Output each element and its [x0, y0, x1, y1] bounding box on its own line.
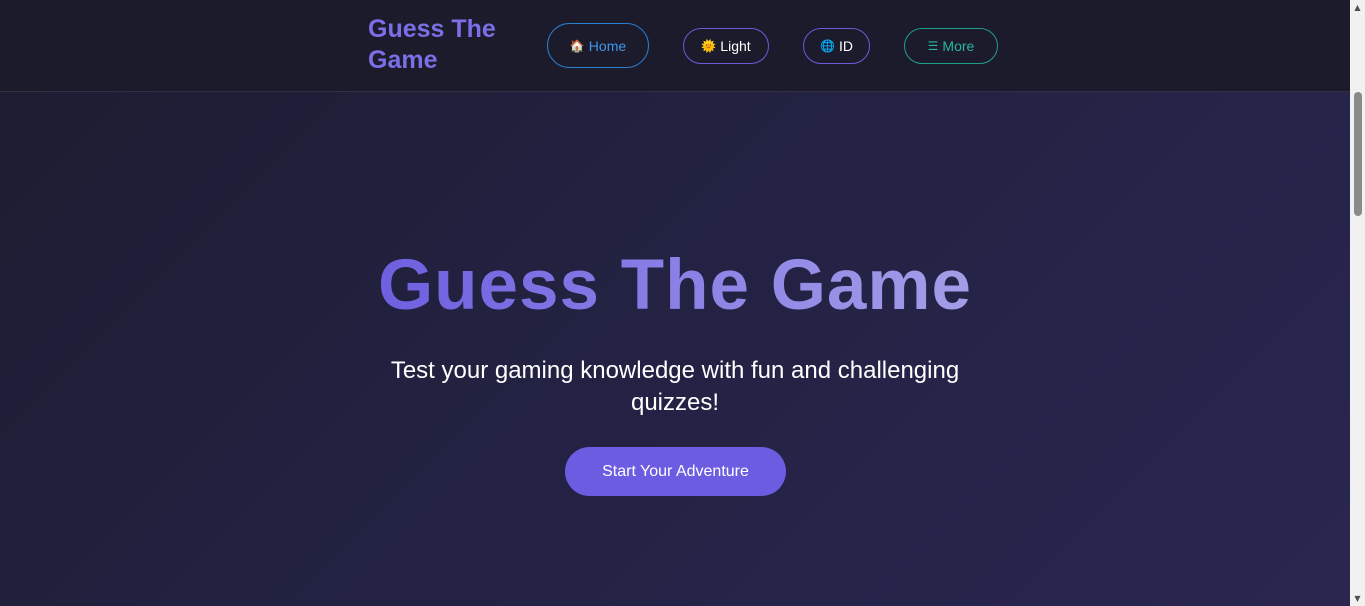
scrollbar-thumb[interactable]: [1354, 92, 1362, 216]
brand-logo-text[interactable]: Guess The Game: [368, 14, 528, 76]
hero-subtitle: Test your gaming knowledge with fun and …: [390, 357, 960, 416]
language-button-label: ID: [838, 38, 853, 54]
sun-icon: 🌞: [701, 39, 717, 53]
more-menu-label: More: [942, 38, 975, 54]
vertical-scrollbar[interactable]: ▲ ▼: [1350, 0, 1365, 606]
home-button[interactable]: 🏠 Home: [547, 23, 649, 68]
house-icon: 🏠: [569, 38, 585, 53]
scroll-up-arrow-icon[interactable]: ▲: [1350, 0, 1365, 15]
globe-icon: 🌐: [820, 39, 835, 53]
theme-toggle-button[interactable]: 🌞 Light: [683, 28, 769, 64]
start-adventure-button[interactable]: Start Your Adventure: [565, 447, 786, 496]
home-button-label: Home: [588, 37, 627, 54]
hero-title: Guess The Game: [0, 244, 1350, 328]
language-button[interactable]: 🌐 ID: [803, 28, 870, 64]
top-navbar: Guess The Game 🏠 Home 🌞 Light 🌐 ID ☰ Mor…: [0, 0, 1350, 92]
theme-toggle-label: Light: [720, 38, 751, 54]
more-menu-button[interactable]: ☰ More: [904, 28, 998, 64]
hero-title-text: Guess The Game: [377, 246, 973, 325]
menu-icon: ☰: [927, 39, 939, 53]
page-viewport: Guess The Game 🏠 Home 🌞 Light 🌐 ID ☰ Mor…: [0, 0, 1350, 606]
scroll-down-arrow-icon[interactable]: ▼: [1350, 591, 1365, 606]
